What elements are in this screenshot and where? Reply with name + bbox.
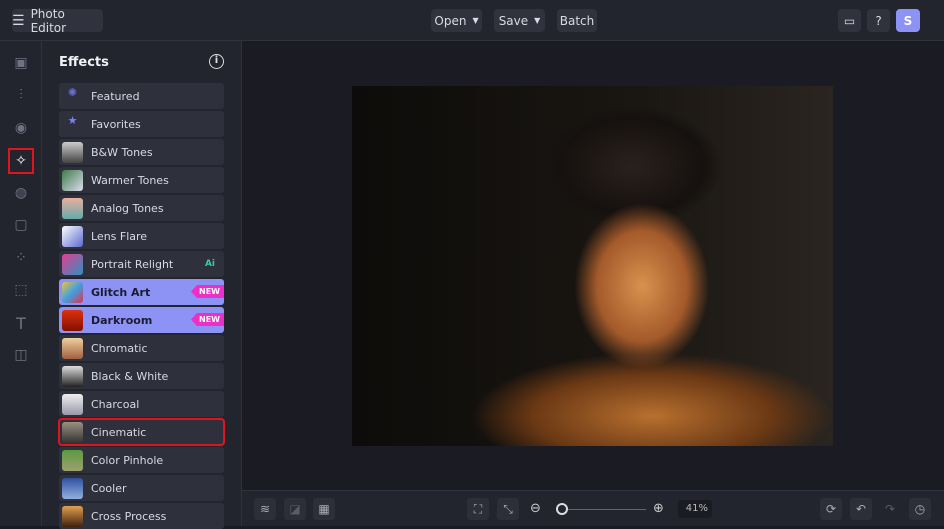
effect-item[interactable]: Glitch Art NEW xyxy=(59,279,224,305)
avatar[interactable]: S xyxy=(896,9,920,32)
actual-size-icon[interactable]: ⤡ xyxy=(497,498,519,520)
effect-label: Portrait Relight xyxy=(91,257,174,271)
redo-icon[interactable]: ↷ xyxy=(879,498,901,520)
effects-icon[interactable]: ✧ xyxy=(8,148,34,174)
effect-label: Analog Tones xyxy=(91,201,164,215)
effect-thumbnail xyxy=(62,365,83,387)
rotate-icon[interactable]: ⟳ xyxy=(820,498,842,520)
effect-item[interactable]: Charcoal xyxy=(59,391,224,417)
text-icon[interactable]: T xyxy=(9,311,33,335)
texture-icon[interactable]: ⬚ xyxy=(9,278,33,302)
effect-item[interactable]: Warmer Tones xyxy=(59,167,224,193)
menu-button[interactable]: ☰ Photo Editor xyxy=(12,6,103,35)
batch-label: Batch xyxy=(559,13,595,28)
effect-label: Featured xyxy=(91,89,140,103)
effect-item[interactable]: Lens Flare xyxy=(59,223,224,249)
new-badge: NEW xyxy=(191,285,224,298)
effects-panel: Effects i ✺ Featured ★ Favorites B&W Tones Wa… xyxy=(42,41,242,529)
effect-label: Cinematic xyxy=(91,425,147,439)
app-title: Photo Editor xyxy=(30,6,67,35)
frame-icon[interactable]: ▢ xyxy=(9,213,33,237)
effect-label: Cross Process xyxy=(91,509,167,523)
effect-thumbnail xyxy=(62,197,83,219)
zoom-value[interactable]: 41% xyxy=(678,500,712,518)
effect-label: Favorites xyxy=(91,117,141,131)
help-icon[interactable]: ? xyxy=(867,9,890,32)
shapes-icon[interactable]: ⁘ xyxy=(9,246,33,270)
effect-thumbnail xyxy=(62,253,83,275)
effect-label: Darkroom xyxy=(91,313,153,327)
image-icon[interactable]: ▣ xyxy=(9,51,33,75)
effect-item[interactable]: B&W Tones xyxy=(59,139,224,165)
fit-screen-icon[interactable]: ⛶ xyxy=(467,498,489,520)
history-icon[interactable]: ◷ xyxy=(909,498,931,520)
save-button[interactable]: Save ▼ xyxy=(494,9,545,32)
effect-thumbnail xyxy=(62,309,83,331)
effect-thumbnail xyxy=(62,281,83,303)
hamburger-icon: ☰ xyxy=(12,12,25,29)
effect-label: Chromatic xyxy=(91,341,148,355)
open-button[interactable]: Open ▼ xyxy=(431,9,482,32)
effect-item[interactable]: Black & White xyxy=(59,363,224,389)
eye-icon[interactable]: ◉ xyxy=(9,116,33,140)
effect-thumbnail xyxy=(62,449,83,471)
effect-thumbnail xyxy=(62,477,83,499)
effect-label: Warmer Tones xyxy=(91,173,169,187)
adjust-icon[interactable]: ⫶ xyxy=(9,83,33,107)
effect-item[interactable]: Color Pinhole xyxy=(59,447,224,473)
bottom-bar: ≋ ◪ ▦ ⛶ ⤡ ⊖ ⊕ 41% ⟳ ↶ ↷ ◷ xyxy=(242,490,944,526)
effect-thumbnail xyxy=(62,421,83,443)
paint-icon[interactable]: ◍ xyxy=(9,181,33,205)
photo-canvas[interactable] xyxy=(352,86,833,446)
effect-item[interactable]: Cross Process xyxy=(59,503,224,529)
effect-thumbnail xyxy=(62,141,83,163)
layers-icon[interactable]: ≋ xyxy=(254,498,276,520)
effect-item[interactable]: Darkroom NEW xyxy=(59,307,224,333)
new-badge: NEW xyxy=(191,313,224,326)
compare-icon[interactable]: ◪ xyxy=(284,498,306,520)
zoom-slider-handle[interactable] xyxy=(556,503,568,515)
undo-icon[interactable]: ↶ xyxy=(850,498,872,520)
chevron-down-icon: ▼ xyxy=(472,16,479,25)
star-icon: ★ xyxy=(67,113,78,127)
effect-item[interactable]: Chromatic xyxy=(59,335,224,361)
effect-label: Charcoal xyxy=(91,397,140,411)
top-bar: ☰ Photo Editor Open ▼ Save ▼ Batch ▭ ? S xyxy=(0,0,944,41)
chevron-down-icon: ▼ xyxy=(534,16,541,25)
effect-item[interactable]: ✺ Featured xyxy=(59,83,224,109)
zoom-slider[interactable] xyxy=(556,509,646,510)
overlay-icon[interactable]: ◫ xyxy=(9,343,33,367)
info-icon[interactable]: i xyxy=(209,54,224,69)
effect-label: Glitch Art xyxy=(91,285,151,299)
effect-label: Black & White xyxy=(91,369,169,383)
effect-item[interactable]: Portrait Relight Ai xyxy=(59,251,224,277)
zoom-out-icon[interactable]: ⊖ xyxy=(530,501,541,516)
save-label: Save xyxy=(498,13,529,28)
effect-label: Lens Flare xyxy=(91,229,148,243)
effect-item[interactable]: Cinematic xyxy=(58,418,225,446)
effect-thumbnail xyxy=(62,337,83,359)
tool-rail: ▣ ⫶ ◉ ✧ ◍ ▢ ⁘ ⬚ T ◫ xyxy=(0,41,42,526)
effect-item[interactable]: ★ Favorites xyxy=(59,111,224,137)
open-label: Open xyxy=(434,13,467,28)
effect-thumbnail xyxy=(62,225,83,247)
effect-thumbnail xyxy=(62,169,83,191)
effect-item[interactable]: Cooler xyxy=(59,475,224,501)
featured-icon: ✺ xyxy=(67,85,78,99)
feedback-icon[interactable]: ▭ xyxy=(838,9,861,32)
effect-item[interactable]: Analog Tones xyxy=(59,195,224,221)
effect-label: B&W Tones xyxy=(91,145,153,159)
batch-button[interactable]: Batch xyxy=(557,9,597,32)
panel-title: Effects xyxy=(59,55,109,70)
effect-thumbnail xyxy=(62,393,83,415)
zoom-in-icon[interactable]: ⊕ xyxy=(653,501,664,516)
effect-label: Color Pinhole xyxy=(91,453,164,467)
effect-label: Cooler xyxy=(91,481,127,495)
effect-thumbnail xyxy=(62,505,83,527)
grid-icon[interactable]: ▦ xyxy=(313,498,335,520)
ai-badge: Ai xyxy=(204,259,215,269)
